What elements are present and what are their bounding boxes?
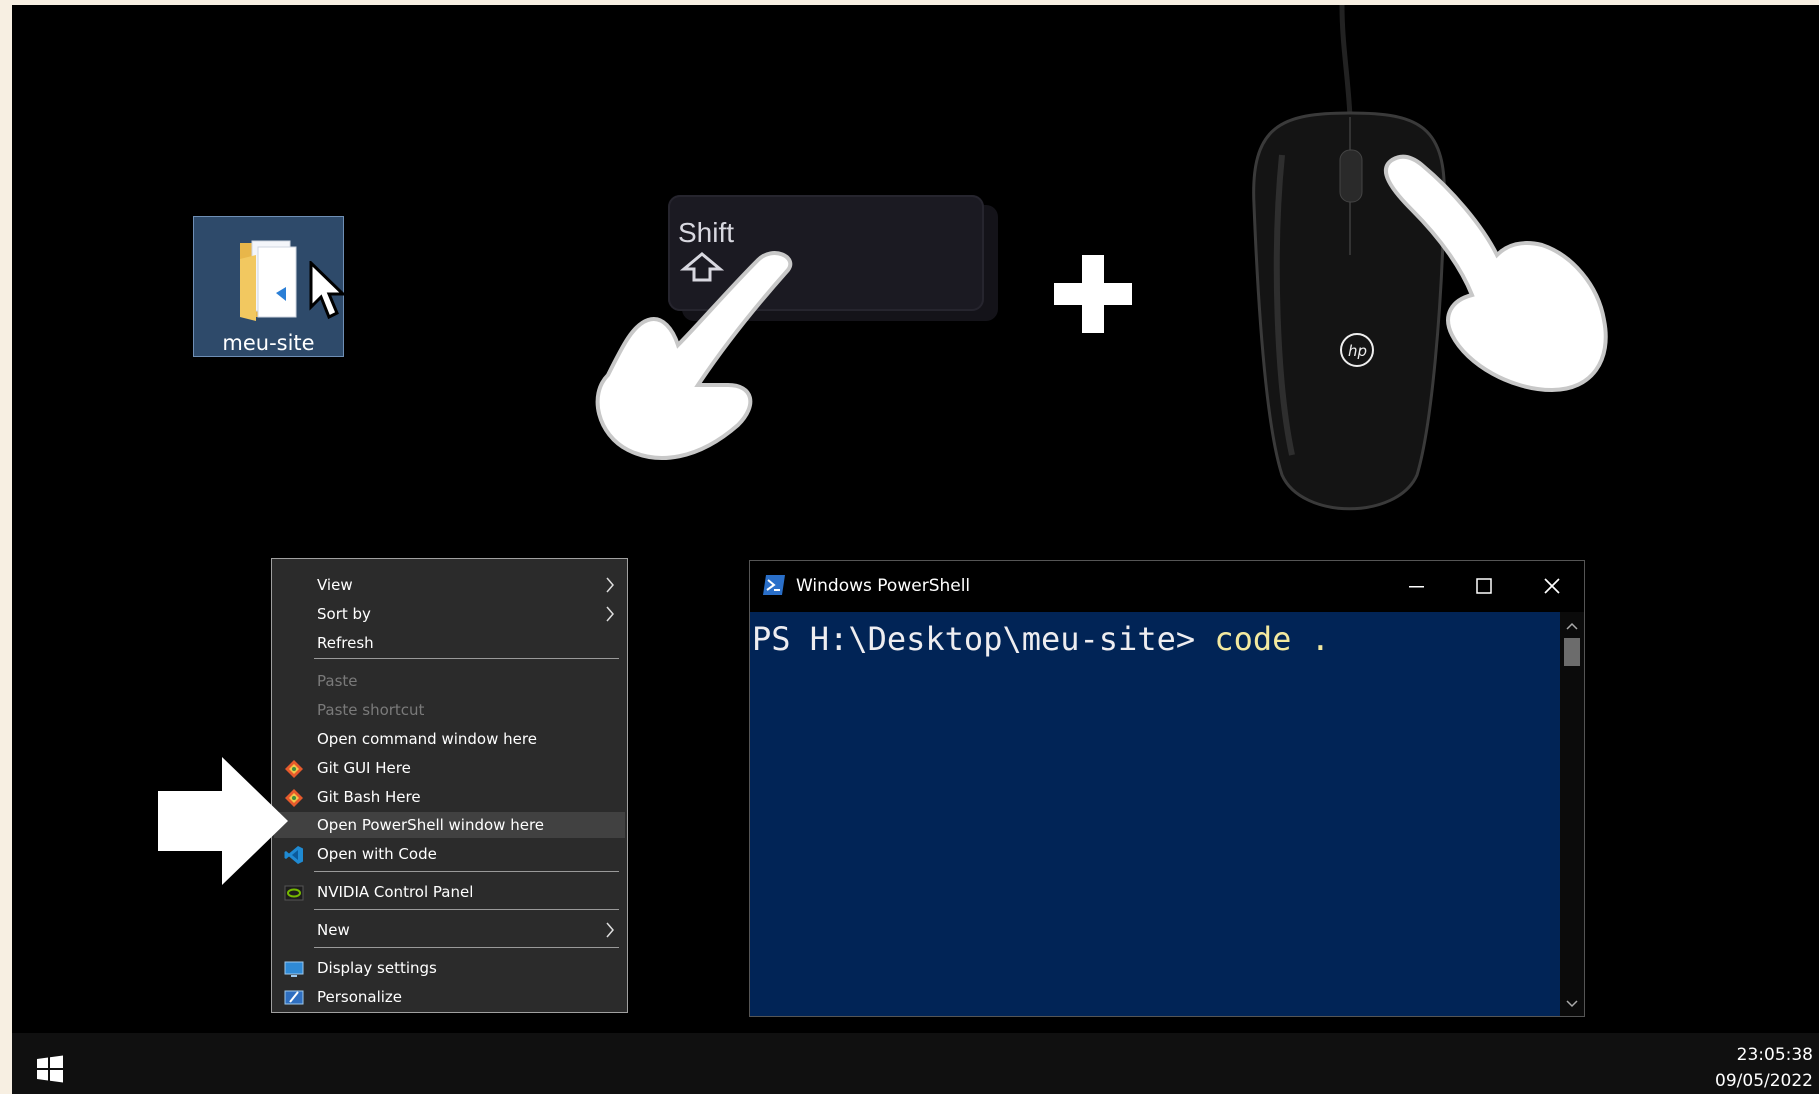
menu-item-nvidia[interactable]: NVIDIA Control Panel — [272, 879, 627, 905]
minimize-icon — [1409, 586, 1424, 588]
menu-separator — [314, 658, 619, 659]
menu-item-label: Git Bash Here — [317, 788, 421, 806]
menu-item-label: Open PowerShell window here — [317, 816, 545, 834]
windows-start-icon[interactable] — [36, 1055, 64, 1083]
maximize-icon — [1476, 578, 1492, 594]
menu-item-label: Paste — [317, 672, 358, 690]
menu-item-open-powershell[interactable]: Open PowerShell window here — [274, 812, 625, 838]
menu-item-open-with-code[interactable]: Open with Code — [272, 841, 627, 867]
menu-item-view[interactable]: View — [272, 572, 627, 598]
personalize-icon — [284, 990, 304, 1005]
plus-icon — [1054, 255, 1132, 333]
chevron-right-icon — [606, 922, 614, 938]
scroll-down-icon — [1566, 1000, 1578, 1008]
menu-item-label: Open command window here — [317, 730, 537, 748]
menu-item-display-settings[interactable]: Display settings — [272, 955, 627, 981]
menu-item-new[interactable]: New — [272, 917, 627, 943]
menu-item-label: New — [317, 921, 350, 939]
nvidia-icon — [284, 885, 304, 901]
chevron-right-icon — [606, 577, 614, 593]
chevron-right-icon — [606, 606, 614, 622]
clock-date: 09/05/2022 — [1715, 1071, 1813, 1091]
clock-time: 23:05:38 — [1736, 1045, 1813, 1065]
close-button[interactable] — [1532, 569, 1572, 603]
mouse-pointer-icon — [309, 261, 347, 320]
powershell-title: Windows PowerShell — [796, 576, 971, 596]
menu-item-paste[interactable]: Paste — [272, 668, 627, 694]
powershell-console[interactable]: PS H:\Desktop\meu-site> code . — [750, 612, 1560, 1016]
menu-item-git-gui[interactable]: Git GUI Here — [272, 755, 627, 781]
maximize-button[interactable] — [1464, 569, 1504, 603]
console-line: PS H:\Desktop\meu-site> code . — [752, 620, 1330, 658]
menu-separator — [314, 871, 619, 872]
menu-item-git-bash[interactable]: Git Bash Here — [272, 784, 627, 810]
menu-item-open-command-window[interactable]: Open command window here — [272, 726, 627, 752]
close-icon — [1544, 578, 1560, 594]
menu-separator — [314, 909, 619, 910]
context-menu: View Sort by Refresh Paste Paste shortcu… — [271, 558, 628, 1013]
folder-icon — [240, 240, 297, 321]
display-icon — [284, 961, 304, 977]
menu-item-label: NVIDIA Control Panel — [317, 883, 474, 901]
menu-item-label: Display settings — [317, 959, 437, 977]
minimize-button[interactable] — [1396, 569, 1436, 603]
menu-item-label: Personalize — [317, 988, 403, 1006]
menu-item-label: Git GUI Here — [317, 759, 411, 777]
clicking-hand-icon — [1384, 154, 1608, 393]
menu-item-label: Paste shortcut — [317, 701, 425, 719]
menu-item-refresh[interactable]: Refresh — [272, 630, 627, 656]
scroll-up-icon — [1566, 622, 1578, 630]
scrollbar-thumb[interactable] — [1564, 638, 1580, 666]
menu-separator — [314, 947, 619, 948]
console-command: code . — [1214, 620, 1330, 658]
desktop-folder-label: meu-site — [222, 331, 315, 355]
menu-item-label: Open with Code — [317, 845, 437, 863]
menu-item-label: View — [317, 576, 353, 594]
powershell-icon — [763, 575, 785, 595]
taskbar: 23:05:38 09/05/2022 — [12, 1033, 1819, 1094]
desktop: meu-site Shift hp View Sort by Refresh P… — [12, 5, 1819, 1094]
system-clock[interactable]: 23:05:38 09/05/2022 — [1715, 1042, 1813, 1094]
svg-text:hp: hp — [1348, 342, 1367, 360]
powershell-window[interactable]: Windows PowerShell PS H:\Desktop\meu-sit… — [749, 560, 1585, 1017]
pointing-hand-icon — [595, 251, 793, 460]
menu-item-paste-shortcut[interactable]: Paste shortcut — [272, 697, 627, 723]
pointing-arrow-icon — [158, 757, 288, 885]
console-prompt: PS H:\Desktop\meu-site> — [752, 620, 1215, 658]
powershell-title-bar[interactable]: Windows PowerShell — [750, 561, 1584, 612]
powershell-scrollbar[interactable] — [1560, 612, 1584, 1016]
menu-item-label: Sort by — [317, 605, 371, 623]
menu-item-personalize[interactable]: Personalize — [272, 984, 627, 1010]
menu-item-sort-by[interactable]: Sort by — [272, 601, 627, 627]
menu-item-label: Refresh — [317, 634, 374, 652]
